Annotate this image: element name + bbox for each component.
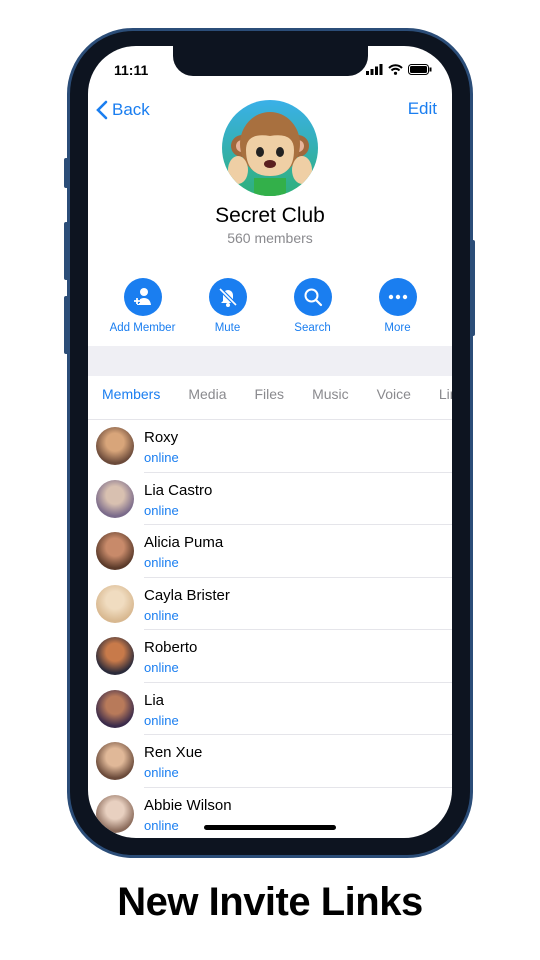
member-status: online — [144, 817, 179, 833]
monkey-icon — [228, 112, 312, 196]
notch — [173, 46, 368, 76]
mute-button[interactable]: Mute — [186, 278, 270, 334]
member-status: online — [144, 712, 179, 728]
member-row[interactable]: Roberto online — [88, 630, 452, 683]
member-status: online — [144, 502, 179, 518]
status-icons — [366, 64, 432, 75]
member-avatar — [96, 584, 134, 623]
add-user-icon — [133, 288, 151, 305]
member-name: Abbie Wilson — [144, 796, 232, 814]
edit-button[interactable]: Edit — [408, 99, 437, 119]
member-status: online — [144, 765, 179, 780]
member-row[interactable]: Roxy online — [88, 420, 452, 473]
member-row[interactable]: Lia online — [88, 683, 452, 735]
tab-voice[interactable]: Voice — [377, 386, 411, 402]
member-row[interactable]: Abbie Wilson online — [88, 788, 452, 839]
group-avatar[interactable] — [222, 100, 318, 196]
search-label: Search — [294, 322, 331, 334]
member-avatar — [96, 742, 134, 780]
tab-media[interactable]: Media — [188, 386, 226, 402]
search-button[interactable]: Search — [271, 278, 355, 334]
member-row[interactable]: Lia Castro online — [88, 473, 452, 525]
member-row[interactable]: Ren Xue online — [88, 735, 452, 788]
member-name: Ren Xue — [144, 744, 203, 761]
back-label: Back — [112, 100, 150, 119]
member-count: 560 members — [227, 230, 313, 246]
member-name: Alicia Puma — [144, 534, 224, 551]
member-avatar — [96, 479, 134, 518]
signal-icon — [366, 64, 383, 75]
caption: New Invite Links — [117, 880, 423, 924]
member-name: Roberto — [144, 639, 198, 656]
member-avatar — [96, 427, 134, 465]
tab-bar: Members Media Files Music Voice Links — [102, 386, 452, 402]
bell-slash-icon — [218, 287, 237, 307]
tab-music[interactable]: Music — [312, 386, 349, 402]
member-name: Cayla Brister — [144, 586, 230, 604]
wifi-icon — [388, 64, 403, 75]
add-member-button[interactable]: Add Member — [101, 278, 185, 334]
member-avatar — [96, 532, 134, 570]
member-status: online — [144, 450, 179, 465]
more-button[interactable]: More — [356, 278, 440, 334]
tab-files[interactable]: Files — [255, 386, 285, 402]
chevron-left-icon — [96, 100, 108, 120]
member-name: Roxy — [144, 429, 179, 446]
section-divider — [88, 346, 452, 376]
more-icon — [388, 294, 407, 300]
add-member-label: Add Member — [109, 322, 176, 334]
member-avatar — [96, 794, 134, 833]
status-time: 11:11 — [114, 62, 149, 78]
group-title: Secret Club — [215, 204, 325, 227]
member-avatar — [96, 637, 134, 675]
member-row[interactable]: Cayla Brister online — [88, 578, 452, 630]
member-name: Lia — [144, 691, 165, 709]
action-bar: Add Member Mute Search More — [88, 278, 452, 334]
member-row[interactable]: Alicia Puma online — [88, 525, 452, 578]
more-label: More — [384, 322, 411, 334]
member-name: Lia Castro — [144, 481, 213, 499]
mute-label: Mute — [214, 322, 241, 334]
tab-links[interactable]: Links — [439, 386, 452, 402]
member-list: Roxy online Lia Castro online Alicia Pum… — [88, 420, 452, 838]
member-status: online — [144, 555, 179, 570]
member-status: online — [144, 607, 179, 623]
member-status: online — [144, 660, 179, 675]
back-button[interactable]: Back — [96, 100, 150, 120]
member-avatar — [96, 689, 134, 728]
search-icon — [304, 288, 322, 307]
screen: 11:11 Back Edit Secret Club 560 members … — [88, 46, 452, 838]
home-indicator[interactable] — [204, 825, 336, 830]
tab-members[interactable]: Members — [102, 386, 160, 402]
battery-icon — [408, 64, 432, 75]
